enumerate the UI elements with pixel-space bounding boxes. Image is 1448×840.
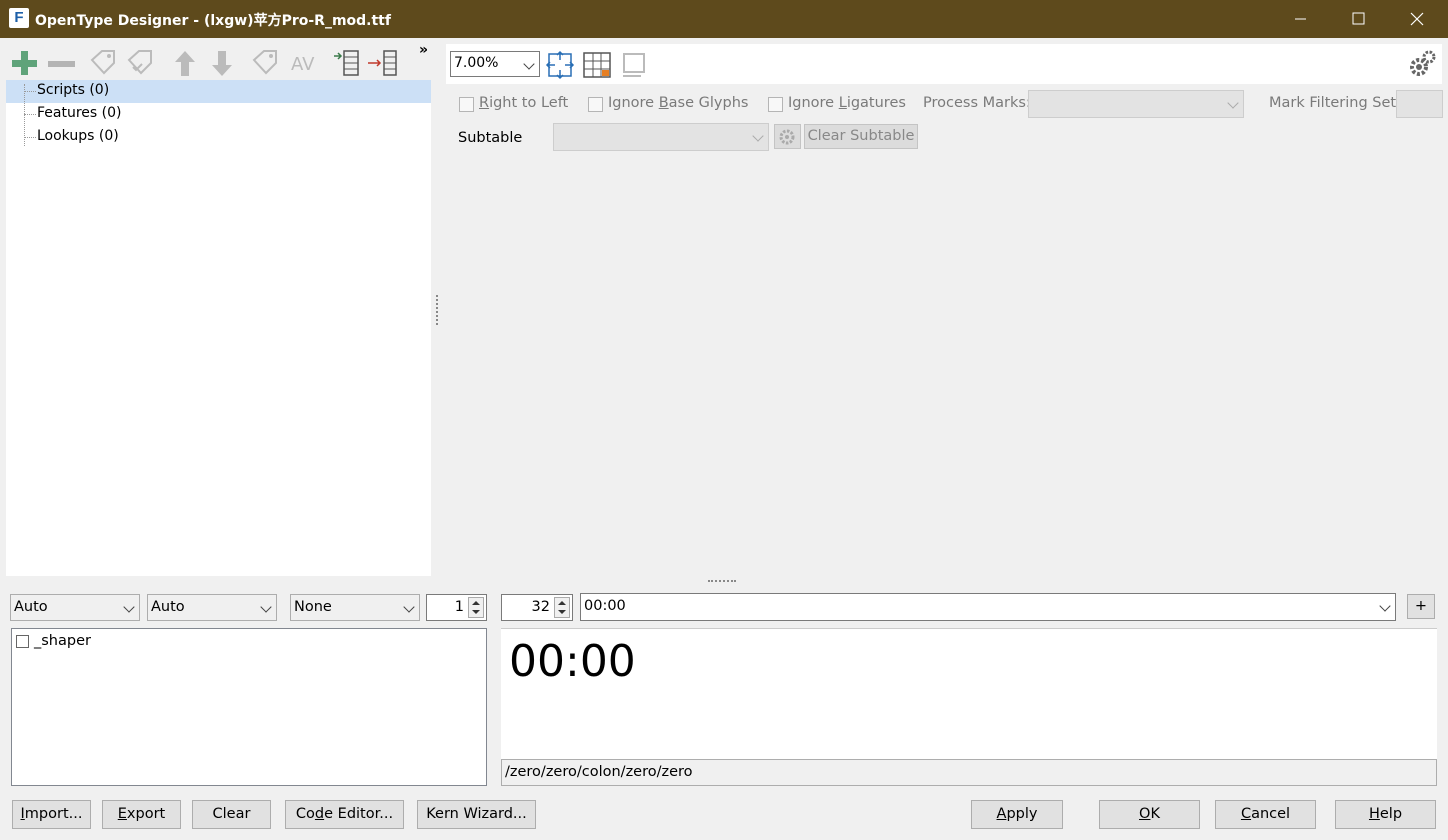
minimize-icon [1295, 18, 1306, 20]
chevron-down-icon [260, 601, 272, 613]
window-title: OpenType Designer - (lxgw)苹方Pro-R_mod.tt… [35, 13, 391, 29]
kern-wizard-button[interactable]: Kern Wizard... [417, 800, 536, 829]
chevron-down-icon [523, 58, 535, 70]
right-to-left-checkbox[interactable] [459, 97, 474, 112]
tree-connector-line [24, 84, 25, 146]
chevron-down-icon [403, 601, 415, 613]
layout-tree[interactable]: Scripts (0) Features (0) Lookups (0) [6, 80, 431, 576]
export-table-icon[interactable] [368, 48, 398, 78]
subtable-select[interactable] [553, 123, 769, 151]
toolbar-overflow-button[interactable]: » [419, 42, 428, 58]
script-select[interactable]: Auto [10, 594, 140, 621]
import-button[interactable]: Import... [12, 800, 91, 829]
settings-gear-icon[interactable] [1406, 48, 1438, 80]
feature-label: _shaper [34, 633, 91, 649]
horizontal-splitter[interactable] [708, 580, 736, 582]
tree-toolbar: AV » [6, 42, 434, 80]
mark-filtering-set-select[interactable] [1396, 90, 1443, 118]
close-button[interactable] [1388, 0, 1446, 38]
process-marks-label: Process Marks: [923, 95, 1031, 111]
gear-icon [779, 129, 795, 145]
add-preview-button[interactable]: + [1407, 594, 1435, 619]
clear-view-icon[interactable] [619, 50, 649, 80]
title-bar: F OpenType Designer - (lxgw)苹方Pro-R_mod.… [0, 0, 1448, 38]
chevron-down-icon [752, 130, 764, 142]
clear-subtable-button[interactable]: Clear Subtable [804, 124, 918, 149]
maximize-button[interactable] [1329, 0, 1387, 38]
tag-icon[interactable] [88, 48, 118, 78]
ok-button[interactable]: OK [1099, 800, 1200, 829]
close-icon [1410, 12, 1424, 26]
ignore-ligatures-checkbox[interactable] [768, 97, 783, 112]
direction-select[interactable]: None [290, 594, 420, 621]
chevron-down-icon [1227, 97, 1239, 109]
minimize-button[interactable] [1271, 0, 1329, 38]
process-marks-select[interactable] [1028, 90, 1244, 118]
preview-rendered-text: 00:00 [509, 636, 636, 687]
ignore-base-glyphs-label: Ignore Base Glyphs [608, 95, 749, 111]
fit-view-icon[interactable] [545, 50, 575, 80]
glyph-grid-icon[interactable] [582, 50, 612, 80]
ignore-ligatures-label: Ignore Ligatures [788, 95, 906, 111]
glyph-preview [501, 628, 1437, 759]
code-editor-button[interactable]: Code Editor... [285, 800, 404, 829]
kerning-icon[interactable]: AV [289, 48, 319, 78]
export-button[interactable]: Export [102, 800, 181, 829]
tag-icon[interactable] [250, 48, 280, 78]
maximize-icon [1352, 12, 1365, 25]
spin-arrows-icon[interactable] [468, 597, 484, 618]
spin-arrows-icon[interactable] [554, 597, 570, 618]
font-size-spinbox[interactable]: 32 [501, 594, 573, 621]
count-spinbox[interactable]: 1 [426, 594, 487, 621]
vertical-splitter[interactable] [436, 295, 438, 325]
feature-list[interactable]: _shaper [11, 628, 487, 786]
app-icon: F [9, 8, 29, 28]
list-item[interactable]: _shaper [16, 633, 456, 653]
preview-text-input[interactable]: 00:00 [580, 593, 1396, 621]
remove-icon[interactable] [46, 48, 76, 78]
svg-text:AV: AV [291, 54, 315, 75]
shaper-checkbox[interactable] [16, 635, 29, 648]
cancel-button[interactable]: Cancel [1215, 800, 1316, 829]
right-to-left-label: Right to Left [479, 95, 569, 111]
arrow-up-icon[interactable] [170, 48, 200, 78]
chevron-down-icon [123, 601, 135, 613]
tree-item-scripts[interactable]: Scripts (0) [6, 80, 431, 103]
subtable-settings-button[interactable] [774, 124, 801, 149]
import-table-icon[interactable] [332, 48, 362, 78]
zoom-select[interactable]: 7.00% [450, 51, 540, 77]
chevron-down-icon [1379, 600, 1391, 612]
tree-item-label: Features (0) [37, 105, 122, 121]
glyph-string-field[interactable]: /zero/zero/colon/zero/zero [501, 759, 1437, 786]
language-select[interactable]: Auto [147, 594, 277, 621]
apply-button[interactable]: Apply [971, 800, 1063, 829]
arrow-down-icon[interactable] [207, 48, 237, 78]
tree-item-features[interactable]: Features (0) [6, 103, 431, 126]
mark-filtering-set-label: Mark Filtering Set: [1269, 95, 1402, 111]
subtable-label: Subtable [458, 130, 523, 146]
tag-check-icon[interactable] [125, 48, 155, 78]
tree-item-label: Lookups (0) [37, 128, 119, 144]
tree-item-label: Scripts (0) [37, 82, 110, 98]
tree-item-lookups[interactable]: Lookups (0) [6, 126, 431, 149]
add-icon[interactable] [9, 48, 39, 78]
ignore-base-glyphs-checkbox[interactable] [588, 97, 603, 112]
zoom-value: 7.00% [454, 55, 499, 71]
help-button[interactable]: Help [1335, 800, 1436, 829]
clear-button[interactable]: Clear [192, 800, 271, 829]
